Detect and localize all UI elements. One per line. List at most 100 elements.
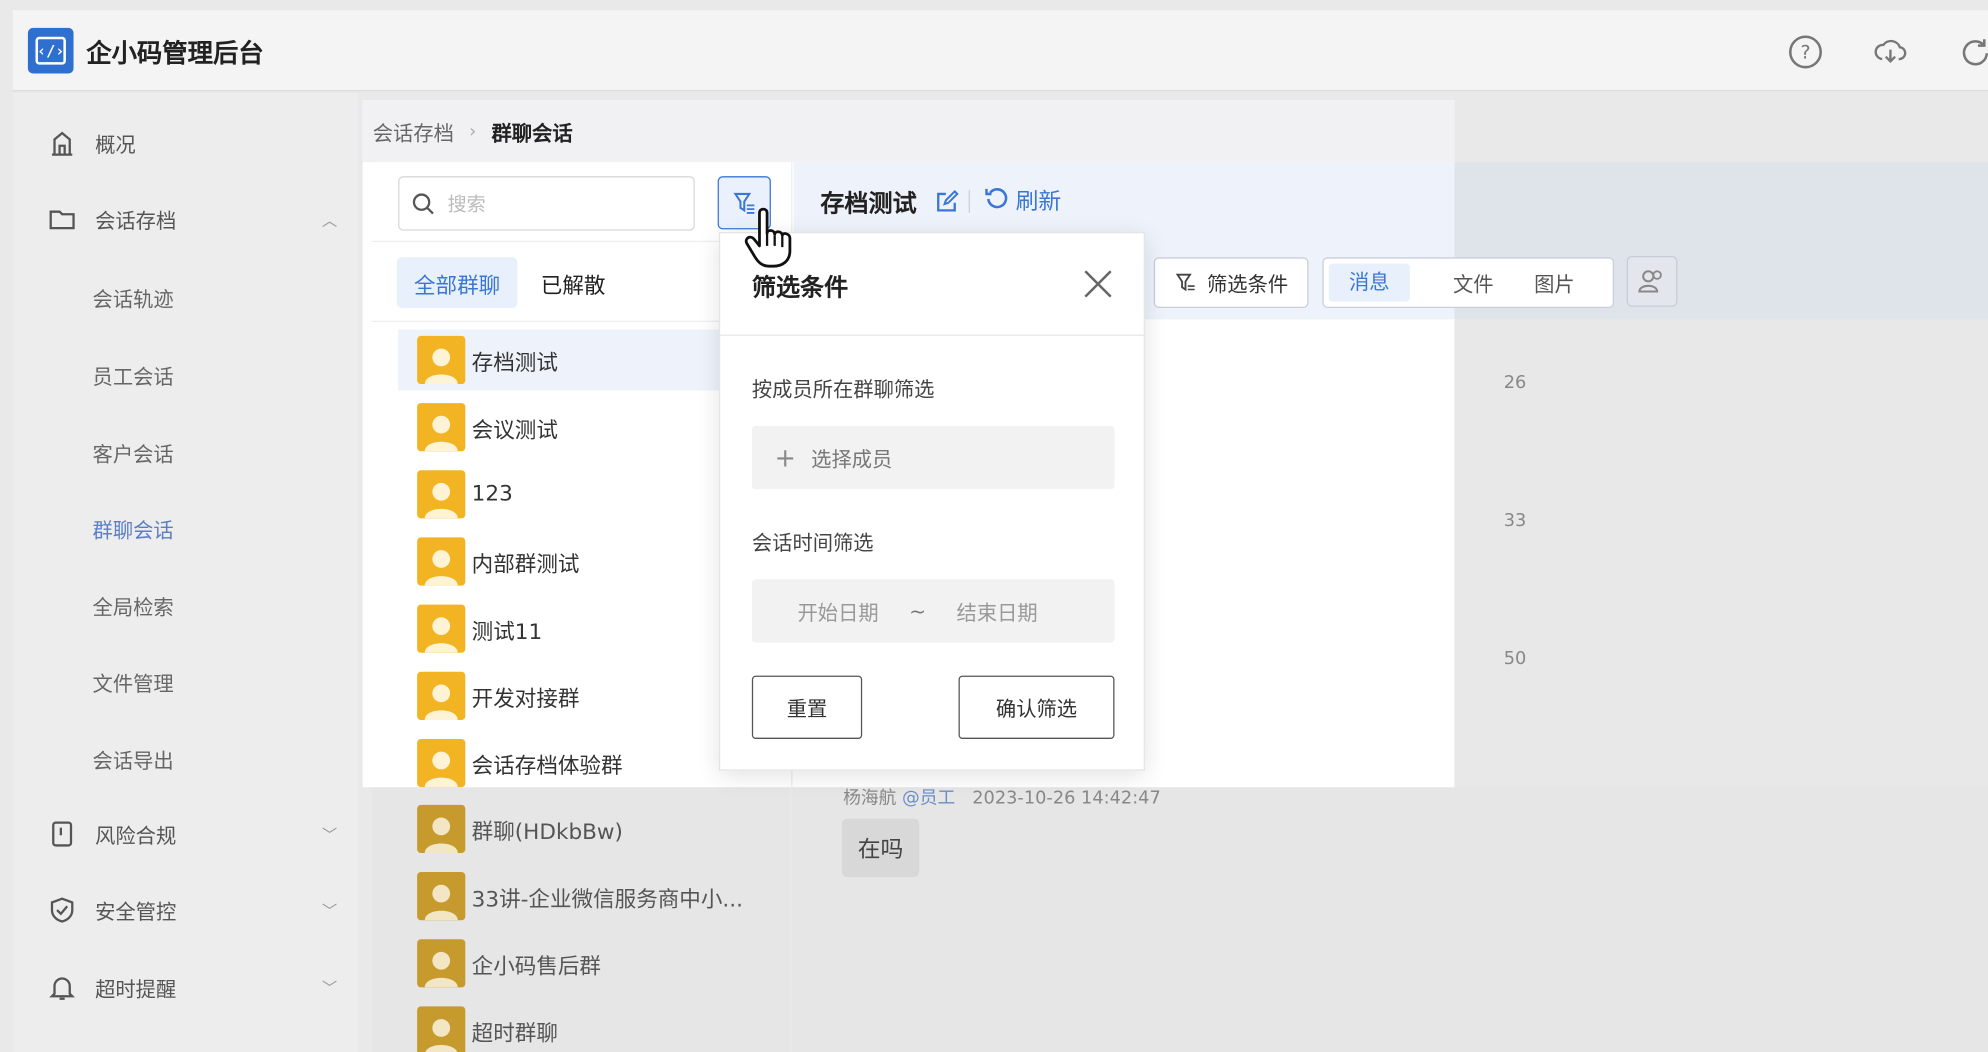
group-avatar-icon	[417, 537, 466, 586]
group-name: 123	[471, 481, 513, 508]
shield-check-icon	[48, 896, 76, 924]
start-date-input[interactable]: 开始日期	[798, 596, 879, 626]
chevron-down-icon: ﹀	[322, 825, 338, 844]
sidebar-item-overview[interactable]: 概况	[13, 115, 358, 171]
sidebar-sub-global-search[interactable]: 全局检索	[13, 581, 358, 632]
filter-popup: 筛选条件 按成员所在群聊筛选 + 选择成员 会话时间筛选 开始日期 ~ 结束日期…	[718, 231, 1147, 771]
sidebar-item-timeout[interactable]: 超时提醒 ﹀	[13, 959, 358, 1015]
refresh-icon[interactable]	[1959, 35, 1988, 68]
group-avatar-icon	[417, 403, 466, 452]
sidebar-sub-employee[interactable]: 员工会话	[13, 350, 358, 401]
tab-files[interactable]: 文件	[1433, 267, 1514, 297]
chevron-right-icon: ›	[469, 121, 477, 142]
select-member-label: 选择成员	[811, 447, 893, 472]
time-filter-label: 会话时间筛选	[751, 531, 874, 556]
book-icon	[48, 820, 76, 848]
sidebar-sub-export[interactable]: 会话导出	[13, 734, 358, 785]
tab-dissolved[interactable]: 已解散	[531, 257, 615, 308]
select-member-button[interactable]: + 选择成员	[751, 425, 1115, 490]
search-icon	[412, 192, 435, 215]
list-item[interactable]: 企小码售后群	[417, 938, 797, 989]
sidebar-sub-customer[interactable]: 客户会话	[13, 427, 358, 478]
top-bar: ‹/› 企小码管理后台 ?	[12, 10, 1988, 92]
refresh-label: 刷新	[1015, 188, 1062, 216]
confirm-filter-button[interactable]: 确认筛选	[958, 675, 1115, 739]
folder-icon	[48, 205, 76, 233]
sidebar-sub-label: 会话轨迹	[92, 287, 174, 312]
refresh-button[interactable]: 刷新	[985, 184, 1061, 217]
message-time-fragment: 26	[1503, 372, 1527, 393]
group-name: 存档测试	[471, 350, 558, 376]
filter-icon	[1175, 273, 1195, 292]
close-icon[interactable]	[1080, 266, 1116, 301]
group-avatar-icon	[417, 804, 466, 854]
sidebar-item-security[interactable]: 安全管控 ﹀	[13, 882, 358, 938]
refresh-icon	[985, 186, 1008, 215]
chevron-up-icon: ︿	[322, 211, 338, 229]
sidebar-item-label: 超时提醒	[95, 977, 177, 1002]
group-name: 33讲-企业微信服务商中小...	[471, 886, 743, 912]
sidebar-sub-track[interactable]: 会话轨迹	[13, 273, 358, 324]
group-name: 内部群测试	[471, 551, 580, 578]
bell-clock-icon	[48, 973, 76, 1001]
sidebar-item-archive[interactable]: 会话存档 ︿	[13, 191, 358, 247]
app-title: 企小码管理后台	[86, 38, 264, 69]
hand-cursor-icon	[742, 205, 800, 268]
breadcrumb-parent[interactable]: 会话存档	[373, 116, 454, 146]
edit-icon[interactable]	[934, 189, 959, 214]
tab-images[interactable]: 图片	[1514, 267, 1595, 297]
search-input[interactable]	[447, 192, 676, 215]
message-tag: @员工	[902, 788, 956, 809]
group-avatar-icon	[417, 1006, 466, 1052]
group-name: 群聊(HDkbBw)	[471, 819, 623, 845]
sidebar-sub-label: 全局检索	[92, 595, 174, 620]
group-avatar-icon	[417, 671, 466, 720]
sidebar-sub-label: 文件管理	[92, 671, 174, 696]
date-separator: ~	[909, 598, 927, 623]
message-sender: 杨海航	[843, 788, 897, 809]
message-type-tabs: 消息 文件 图片	[1322, 257, 1615, 309]
group-avatar-icon	[417, 604, 466, 653]
sidebar-sub-label: 员工会话	[92, 365, 174, 390]
filter-conditions-button[interactable]: 筛选条件	[1153, 257, 1309, 309]
message-time-fragment: 33	[1503, 510, 1527, 532]
sidebar-sub-label: 群聊会话	[92, 518, 174, 543]
logo-icon: ‹/›	[27, 27, 74, 74]
search-box[interactable]	[398, 176, 695, 231]
reset-button[interactable]: 重置	[751, 675, 863, 739]
sidebar-sub-group-chat[interactable]: 群聊会话	[13, 503, 358, 554]
chevron-down-icon: ﹀	[322, 979, 338, 997]
group-name: 企小码售后群	[471, 953, 601, 980]
background-body	[1454, 319, 1988, 788]
list-item[interactable]: 超时群聊	[417, 1005, 797, 1052]
members-icon	[1638, 270, 1662, 293]
help-icon[interactable]: ?	[1789, 35, 1822, 69]
group-avatar-icon	[417, 335, 466, 385]
message-meta: 杨海航 @员工 2023-10-26 14:42:47	[843, 785, 1161, 810]
sidebar-item-label: 安全管控	[95, 899, 177, 925]
message-time-fragment: 50	[1503, 648, 1527, 670]
group-avatar-icon	[417, 738, 466, 788]
list-item[interactable]: 群聊(HDkbBw)	[417, 804, 797, 855]
tab-messages[interactable]: 消息	[1328, 263, 1410, 302]
sidebar-item-label: 会话存档	[95, 209, 177, 234]
date-range-picker[interactable]: 开始日期 ~ 结束日期	[751, 579, 1115, 643]
sidebar-item-compliance[interactable]: 风险合规 ﹀	[13, 806, 358, 862]
sidebar-sub-files[interactable]: 文件管理	[13, 657, 358, 708]
group-avatar-icon	[417, 872, 466, 921]
list-item[interactable]: 33讲-企业微信服务商中小...	[417, 871, 797, 922]
group-name: 超时群聊	[471, 1020, 558, 1047]
group-name: 开发对接群	[471, 686, 580, 712]
end-date-input[interactable]: 结束日期	[957, 596, 1038, 626]
members-button[interactable]	[1626, 256, 1678, 307]
app-stage: ‹/› 企小码管理后台 ? 概况 会话存档 ︿ 会话轨迹 员工会话 客户会话 群…	[0, 0, 1988, 1052]
cloud-download-icon[interactable]	[1874, 35, 1907, 68]
divider	[968, 190, 970, 213]
tab-all-groups[interactable]: 全部群聊	[396, 257, 518, 309]
building-icon	[48, 129, 76, 157]
group-avatar-icon	[417, 939, 466, 988]
background-chat	[792, 787, 1988, 1052]
group-avatar-icon	[417, 470, 466, 519]
divider	[720, 334, 1147, 336]
background-strip	[1454, 92, 1988, 163]
